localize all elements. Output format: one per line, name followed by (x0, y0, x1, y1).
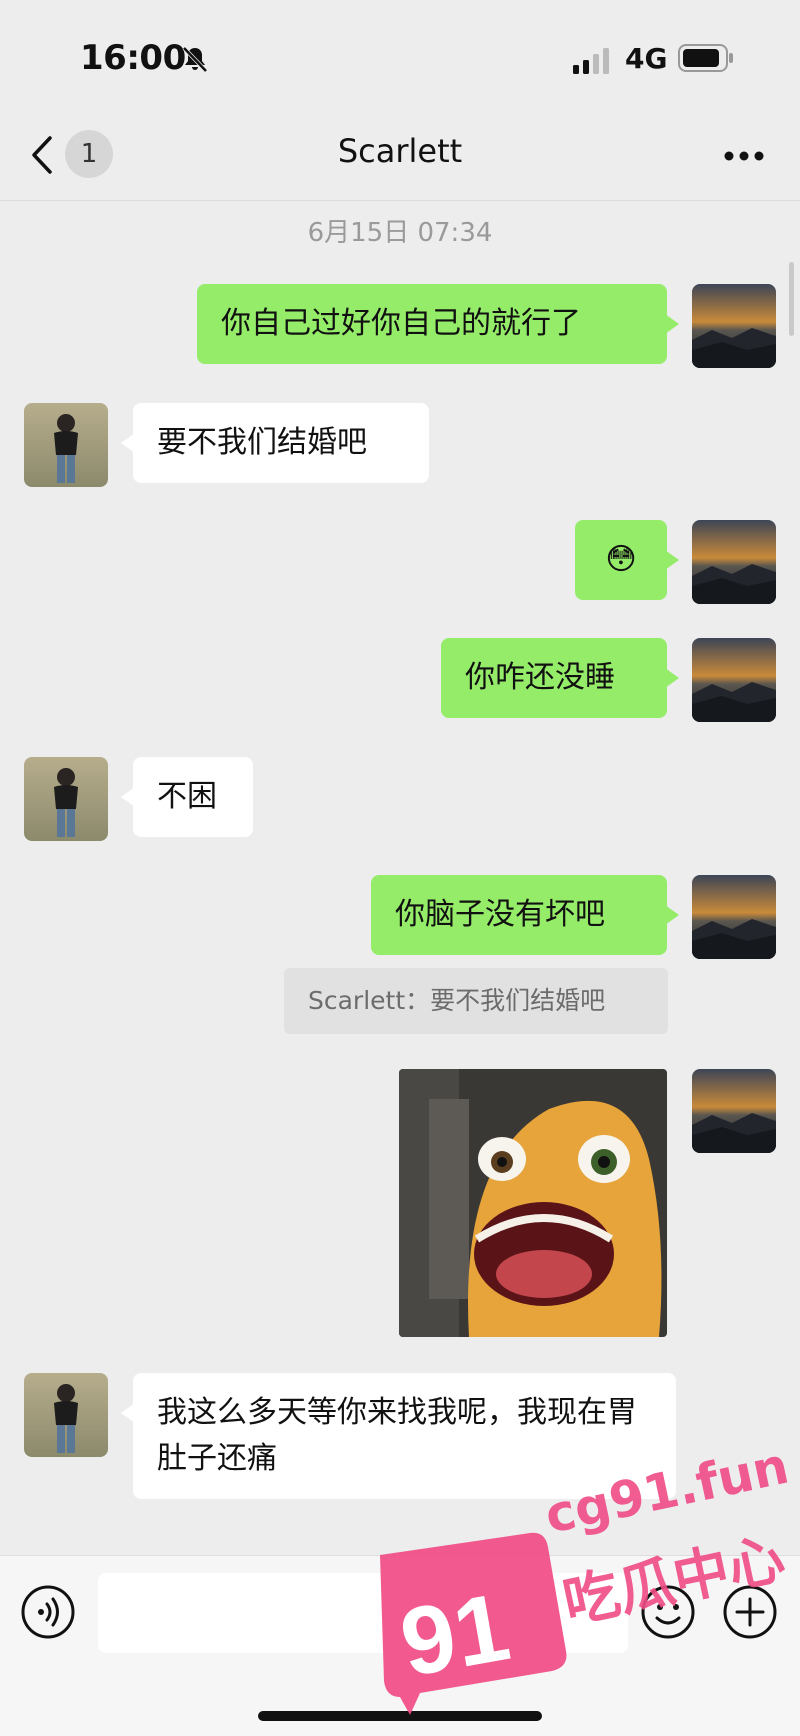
sticker-image[interactable] (399, 1069, 667, 1337)
message-text: 你自己过好你自己的就行了 (221, 306, 581, 341)
message-text: 要不我们结婚吧 (157, 425, 367, 460)
my-avatar[interactable] (692, 520, 776, 604)
my-avatar[interactable] (692, 875, 776, 959)
contact-avatar[interactable] (24, 403, 108, 487)
message-bubble-sent[interactable]: 你脑子没有坏吧 (371, 875, 679, 955)
voice-input-icon[interactable] (20, 1584, 76, 1640)
message-text: 我这么多天等你来找我呢，我现在胃肚子还痛 (157, 1395, 637, 1476)
message-bubble-sent[interactable]: 你自己过好你自己的就行了 (197, 284, 679, 364)
my-avatar[interactable] (692, 1069, 776, 1153)
mute-bell-icon (182, 46, 208, 73)
contact-avatar[interactable] (24, 1373, 108, 1457)
message-bubble-received[interactable]: 不困 (121, 757, 253, 837)
more-dots-icon[interactable] (724, 150, 764, 162)
message-text: 不困 (157, 779, 217, 814)
my-avatar[interactable] (692, 284, 776, 368)
flushed-emoji: 😳 (605, 542, 637, 577)
unread-count-badge[interactable]: 1 (65, 130, 113, 178)
message-text: 你咋还没睡 (465, 660, 615, 695)
my-avatar[interactable] (692, 638, 776, 722)
chat-header: 1 Scarlett (0, 110, 800, 201)
message-bubble-sent[interactable]: 😳 (575, 520, 679, 600)
chat-title: Scarlett (337, 132, 463, 170)
battery-icon (678, 44, 733, 72)
contact-avatar[interactable] (24, 757, 108, 841)
network-type: 4G (625, 42, 668, 75)
message-bubble-received[interactable]: 要不我们结婚吧 (121, 403, 429, 483)
scrollbar[interactable] (789, 262, 794, 336)
message-text: 你脑子没有坏吧 (395, 897, 605, 932)
message-bubble-sent[interactable]: 你咋还没睡 (441, 638, 679, 718)
back-chevron-icon[interactable] (30, 134, 54, 176)
watermark-logo-text: 91 (393, 1573, 517, 1697)
quoted-message[interactable]: Scarlett：要不我们结婚吧 (284, 968, 668, 1034)
status-bar: 16:00 4G (0, 0, 800, 110)
status-time: 16:00 (80, 38, 186, 78)
chat-timestamp: 6月15日 07:34 (307, 218, 493, 248)
signal-icon (573, 48, 609, 74)
